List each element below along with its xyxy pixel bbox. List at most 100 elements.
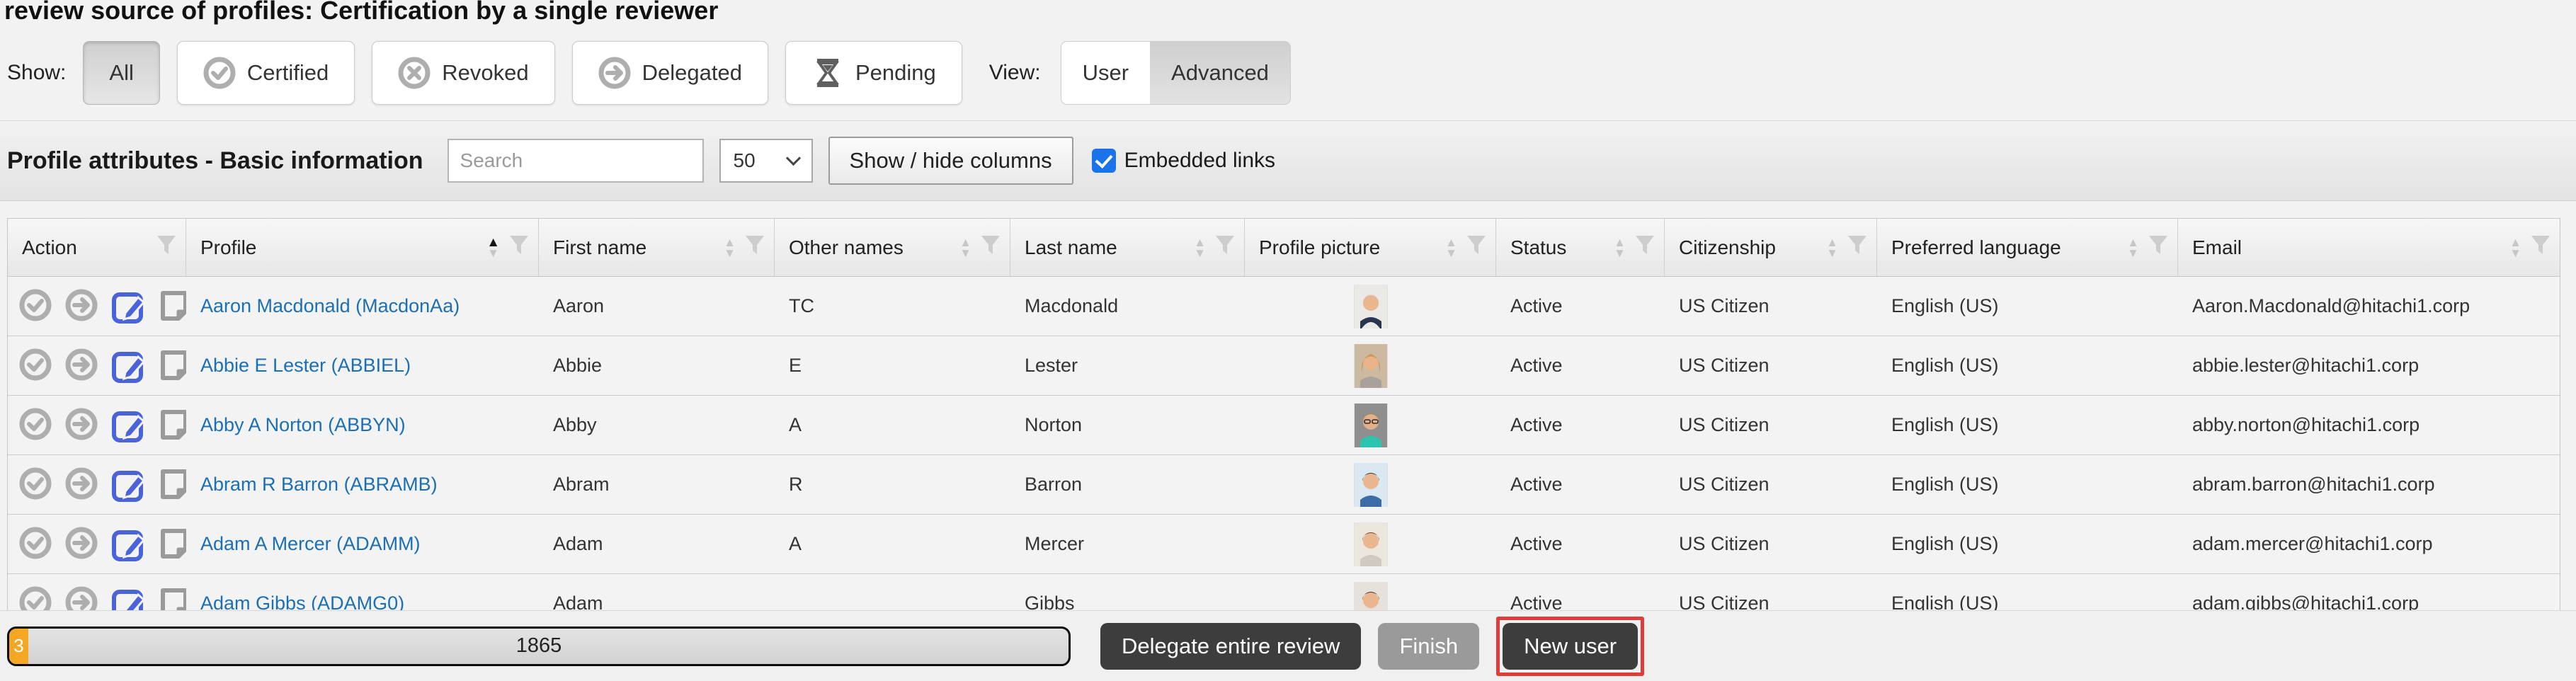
certify-icon[interactable]	[19, 408, 55, 443]
first-name-cell: Adam	[539, 533, 775, 555]
last-name-cell: Mercer	[1010, 533, 1245, 555]
column-header-profile-picture[interactable]: Profile picture ▲▼	[1245, 219, 1496, 276]
profile-link[interactable]: Abbie E Lester (ABBIEL)	[200, 355, 411, 376]
filter-icon[interactable]	[1467, 236, 1486, 259]
note-icon[interactable]	[157, 408, 186, 443]
filter-button-all[interactable]: All	[83, 41, 159, 105]
other-names-cell: E	[775, 355, 1010, 377]
sort-icon[interactable]: ▲▼	[1614, 237, 1626, 258]
view-option-user[interactable]: User	[1061, 42, 1150, 104]
chevron-down-icon	[785, 151, 800, 166]
last-name-cell: Norton	[1010, 414, 1245, 436]
delegate-icon[interactable]	[65, 527, 101, 562]
first-name-cell: Abbie	[539, 355, 775, 377]
sort-icon[interactable]: ▲▼	[486, 237, 500, 258]
note-icon[interactable]	[157, 527, 186, 562]
citizenship-cell: US Citizen	[1665, 355, 1877, 377]
note-icon[interactable]	[157, 348, 186, 384]
search-input[interactable]	[448, 139, 704, 183]
edit-icon[interactable]	[111, 348, 147, 384]
status-cell: Active	[1496, 414, 1665, 436]
new-user-button[interactable]: New user	[1503, 623, 1638, 670]
table-row: Abbie E Lester (ABBIEL) Abbie E Lester A…	[8, 336, 2560, 396]
filter-icon[interactable]	[1216, 236, 1234, 259]
certify-icon[interactable]	[19, 467, 55, 503]
sort-icon[interactable]: ▲▼	[2127, 237, 2139, 258]
avatar	[1355, 285, 1387, 328]
sort-icon[interactable]: ▲▼	[724, 237, 736, 258]
email-cell: Aaron.Macdonald@hitachi1.corp	[2178, 295, 2560, 317]
column-header-status[interactable]: Status ▲▼	[1496, 219, 1665, 276]
filter-button-revoked-label: Revoked	[442, 60, 528, 86]
profile-link[interactable]: Abram R Barron (ABRAMB)	[200, 474, 438, 495]
delegate-icon[interactable]	[65, 348, 101, 384]
column-header-profile[interactable]: Profile ▲▼	[186, 219, 539, 276]
embedded-links-checkbox[interactable]	[1092, 149, 1116, 173]
edit-icon[interactable]	[111, 289, 147, 324]
certify-icon[interactable]	[19, 348, 55, 384]
edit-icon[interactable]	[111, 527, 147, 562]
profile-picture-cell	[1245, 404, 1496, 447]
filter-button-pending-label: Pending	[855, 60, 936, 86]
filter-icon[interactable]	[510, 236, 528, 259]
column-header-preferred-language[interactable]: Preferred language ▲▼	[1877, 219, 2178, 276]
other-names-cell: TC	[775, 295, 1010, 317]
table-header-row: Action Profile ▲▼ First name ▲▼ Other na…	[8, 219, 2560, 277]
delegate-icon[interactable]	[65, 289, 101, 324]
filter-button-delegated[interactable]: Delegated	[572, 41, 768, 105]
column-header-other-names[interactable]: Other names ▲▼	[775, 219, 1010, 276]
sort-icon[interactable]: ▲▼	[1826, 237, 1838, 258]
finish-button[interactable]: Finish	[1378, 623, 1479, 670]
filter-icon[interactable]	[157, 236, 176, 259]
delegate-entire-review-button[interactable]: Delegate entire review	[1100, 623, 1361, 670]
status-cell: Active	[1496, 533, 1665, 555]
view-option-advanced[interactable]: Advanced	[1150, 42, 1290, 104]
first-name-cell: Abram	[539, 474, 775, 496]
table-row: Adam A Mercer (ADAMM) Adam A Mercer Acti…	[8, 515, 2560, 574]
sort-icon[interactable]: ▲▼	[1445, 237, 1457, 258]
filter-button-pending[interactable]: Pending	[785, 41, 962, 105]
edit-icon[interactable]	[111, 467, 147, 503]
filter-icon[interactable]	[2531, 236, 2550, 259]
note-icon[interactable]	[157, 289, 186, 324]
avatar	[1355, 522, 1387, 566]
filter-button-certified[interactable]: Certified	[177, 41, 355, 105]
avatar	[1355, 344, 1387, 388]
sort-icon[interactable]: ▲▼	[959, 237, 971, 258]
action-cell	[8, 348, 186, 384]
embedded-links-checkbox-wrap: Embedded links	[1092, 149, 1275, 173]
email-cell: abram.barron@hitachi1.corp	[2178, 474, 2560, 496]
action-cell	[8, 289, 186, 324]
certify-icon[interactable]	[19, 289, 55, 324]
filter-icon[interactable]	[2149, 236, 2167, 259]
review-progress-bar: 3 1865	[7, 626, 1071, 666]
sort-icon[interactable]: ▲▼	[1194, 237, 1206, 258]
check-circle-icon	[203, 57, 236, 89]
filter-icon[interactable]	[746, 236, 764, 259]
email-cell: adam.mercer@hitachi1.corp	[2178, 533, 2560, 555]
profile-link[interactable]: Abby A Norton (ABBYN)	[200, 414, 406, 435]
column-header-last-name[interactable]: Last name ▲▼	[1010, 219, 1245, 276]
sort-icon[interactable]: ▲▼	[2509, 237, 2521, 258]
profile-link[interactable]: Adam A Mercer (ADAMM)	[200, 533, 421, 554]
filter-button-revoked[interactable]: Revoked	[372, 41, 554, 105]
action-cell	[8, 408, 186, 443]
edit-icon[interactable]	[111, 408, 147, 443]
note-icon[interactable]	[157, 467, 186, 503]
filter-icon[interactable]	[1848, 236, 1867, 259]
profile-link[interactable]: Aaron Macdonald (MacdonAa)	[200, 295, 460, 316]
delegate-icon[interactable]	[65, 467, 101, 503]
filter-icon[interactable]	[1636, 236, 1654, 259]
email-cell: abbie.lester@hitachi1.corp	[2178, 355, 2560, 377]
column-header-email[interactable]: Email ▲▼	[2178, 219, 2560, 276]
page-size-select[interactable]: 50	[719, 139, 813, 183]
filter-icon[interactable]	[981, 236, 1000, 259]
column-header-citizenship[interactable]: Citizenship ▲▼	[1665, 219, 1877, 276]
delegate-icon[interactable]	[65, 408, 101, 443]
column-header-first-name[interactable]: First name ▲▼	[539, 219, 775, 276]
other-names-cell: A	[775, 533, 1010, 555]
certify-icon[interactable]	[19, 527, 55, 562]
column-header-action[interactable]: Action	[8, 219, 186, 276]
show-hide-columns-button[interactable]: Show / hide columns	[828, 137, 1073, 185]
profiles-table: Action Profile ▲▼ First name ▲▼ Other na…	[7, 218, 2560, 634]
